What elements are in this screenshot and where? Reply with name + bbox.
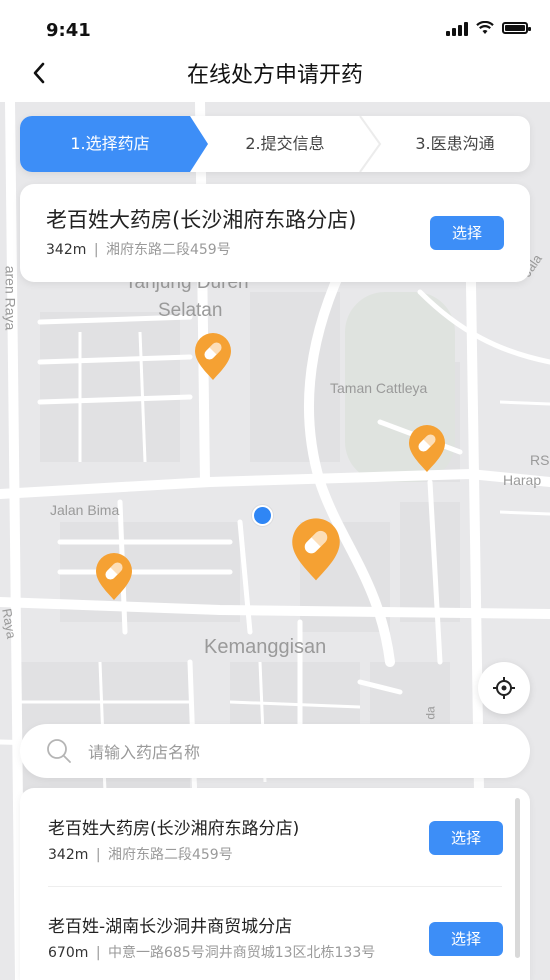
status-time: 9:41 — [46, 20, 91, 41]
search-icon — [47, 739, 71, 763]
store-address: 湘府东路二段459号 — [107, 847, 233, 863]
store-meta: 342m | 湘府东路二段459号 — [48, 844, 233, 864]
meta-separator: | — [93, 242, 99, 258]
list-item[interactable]: 老百姓大药房(长沙湘府东路分店) 342m | 湘府东路二段459号 选择 — [20, 788, 530, 884]
locate-button[interactable] — [478, 662, 530, 714]
store-name: 老百姓大药房(长沙湘府东路分店) — [46, 208, 357, 232]
status-icons — [446, 20, 531, 36]
step-indicator: 1.选择药店 2.提交信息 3.医患沟通 — [20, 116, 530, 172]
list-item[interactable]: 老百姓-湖南长沙洞井商贸城分店 670m | 中意一路685号洞井商贸城13区北… — [20, 886, 530, 980]
map-label-rs: RS — [530, 452, 550, 468]
crosshair-icon — [493, 677, 515, 699]
selected-pharmacy-pin-icon[interactable] — [290, 517, 342, 583]
current-location-dot — [252, 505, 273, 526]
app-screen: 9:41 在线处方申请开药 Tanjung Duren Selatan Tama… — [0, 0, 550, 980]
page-title: 在线处方申请开药 — [186, 63, 363, 88]
store-meta: 342m | 湘府东路二段459号 — [46, 239, 231, 259]
store-address: 中意一路685号洞井商贸城13区北栋133号 — [107, 945, 376, 961]
meta-separator: | — [95, 847, 101, 863]
step-2[interactable]: 2.提交信息 — [210, 116, 360, 172]
store-meta: 670m | 中意一路685号洞井商贸城13区北栋133号 — [48, 942, 375, 962]
step-1[interactable]: 1.选择药店 — [20, 116, 200, 172]
select-button[interactable]: 选择 — [429, 821, 503, 855]
battery-icon — [502, 22, 531, 34]
signal-icon — [446, 20, 468, 36]
nav-bar: 在线处方申请开药 — [0, 44, 550, 102]
pharmacy-pin-icon[interactable] — [194, 332, 232, 382]
map-label-raya-vertical: aren Raya — [2, 265, 19, 331]
map-label-selatan: Selatan — [158, 300, 223, 321]
pharmacy-pin-icon[interactable] — [95, 552, 133, 602]
store-distance: 670m — [48, 945, 89, 961]
store-distance: 342m — [46, 242, 87, 258]
store-distance: 342m — [48, 847, 89, 863]
select-button[interactable]: 选择 — [430, 216, 504, 250]
pharmacy-pin-icon[interactable] — [408, 424, 446, 474]
wifi-icon — [476, 21, 494, 34]
search-input[interactable] — [86, 736, 510, 768]
store-list: 老百姓大药房(长沙湘府东路分店) 342m | 湘府东路二段459号 选择 老百… — [20, 788, 530, 980]
search-bar — [20, 724, 530, 778]
step-3[interactable]: 3.医患沟通 — [380, 116, 530, 172]
select-button[interactable]: 选择 — [429, 922, 503, 956]
map-label-road-small: da — [423, 706, 438, 720]
map-label-kemanggisan: Kemanggisan — [204, 636, 327, 658]
map-label-jalan-bima: Jalan Bima — [50, 502, 120, 518]
status-bar: 9:41 — [0, 0, 550, 44]
map-label-harapan: Harap — [503, 472, 542, 488]
store-address: 湘府东路二段459号 — [105, 242, 231, 258]
map-label-taman: Taman Cattleya — [330, 380, 428, 396]
selected-store-card: 老百姓大药房(长沙湘府东路分店) 342m | 湘府东路二段459号 选择 — [20, 184, 530, 282]
store-name: 老百姓大药房(长沙湘府东路分店) — [48, 819, 300, 839]
list-scrollbar[interactable] — [515, 798, 520, 958]
meta-separator: | — [95, 945, 101, 961]
store-name: 老百姓-湖南长沙洞井商贸城分店 — [48, 917, 293, 937]
